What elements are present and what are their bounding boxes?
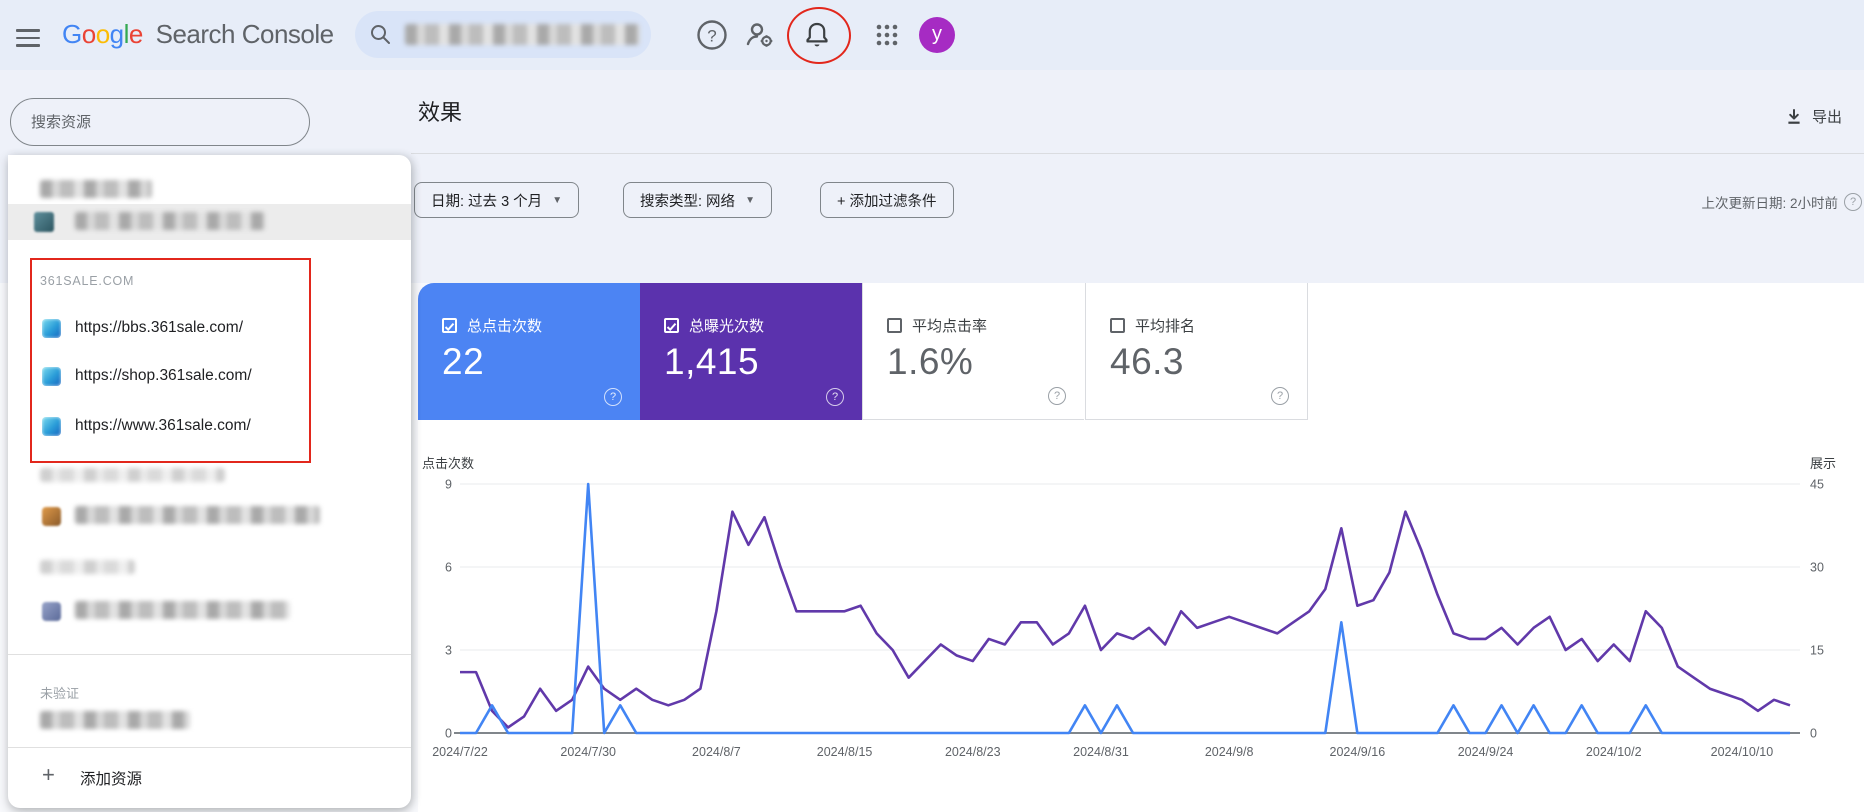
site-favicon xyxy=(42,602,61,621)
impressions-line[interactable] xyxy=(460,510,1791,729)
right-axis-title: 展示 xyxy=(1810,456,1836,471)
chevron-down-icon: ▼ xyxy=(745,194,755,206)
red-annotation-circle xyxy=(787,7,851,64)
last-updated-text: 上次更新日期: 2小时前 xyxy=(1701,196,1838,211)
filter-date-label: 日期: 过去 3 个月 xyxy=(431,193,543,210)
search-query-redacted xyxy=(405,24,640,45)
filter-search-type-label: 搜索类型: 网络 xyxy=(640,193,736,210)
export-button[interactable]: 导出 xyxy=(1785,106,1842,127)
property-item-redacted[interactable] xyxy=(8,500,411,534)
metric-label: 总点击次数 xyxy=(467,318,543,335)
help-circle-icon[interactable]: ? xyxy=(1048,387,1066,405)
metric-value: 1.6% xyxy=(887,341,974,382)
right-axis-tick: 15 xyxy=(1810,644,1824,658)
site-favicon xyxy=(42,507,61,526)
metric-value: 46.3 xyxy=(1110,341,1185,382)
property-item-redacted[interactable] xyxy=(8,595,411,629)
add-property-button[interactable]: + 添加资源 xyxy=(8,753,411,799)
performance-line-chart[interactable]: 点击次数 展示 0 0 3 15 6 30 9 45 2024/7/22 2024/7/30 2024/… xyxy=(418,440,1864,772)
right-axis-tick: 45 xyxy=(1810,478,1824,492)
help-circle-icon[interactable]: ? xyxy=(826,388,844,406)
add-filter-label: + 添加过滤条件 xyxy=(837,193,937,210)
last-updated-status: 上次更新日期: 2小时前 ? xyxy=(1701,192,1862,212)
google-logo: Google xyxy=(62,19,143,49)
google-apps-grid-icon[interactable] xyxy=(867,15,907,55)
property-dropdown-panel: 361SALE.COM https://bbs.361sale.com/ htt… xyxy=(8,155,411,808)
help-icon[interactable]: ? xyxy=(692,15,732,55)
x-axis-date-label: 2024/8/23 xyxy=(945,745,1001,759)
help-circle-icon[interactable]: ? xyxy=(1271,387,1289,405)
account-avatar[interactable]: y xyxy=(919,17,955,53)
checkbox-unchecked-icon[interactable] xyxy=(887,318,902,333)
divider xyxy=(8,747,411,748)
svg-text:?: ? xyxy=(707,27,716,46)
help-circle-icon[interactable]: ? xyxy=(1844,193,1862,211)
x-axis-date-label: 2024/8/31 xyxy=(1073,745,1129,759)
x-axis-date-label: 2024/9/24 xyxy=(1458,745,1514,759)
x-axis-date-label: 2024/9/8 xyxy=(1205,745,1254,759)
checkbox-unchecked-icon[interactable] xyxy=(1110,318,1125,333)
metric-card-total-impressions[interactable]: 总曝光次数 1,415 ? xyxy=(640,283,862,420)
x-axis-date-label: 2024/7/22 xyxy=(432,745,488,759)
filter-chip-search-type[interactable]: 搜索类型: 网络 ▼ xyxy=(623,182,772,218)
top-app-bar: Google Search Console ? y xyxy=(0,0,1864,70)
property-url-redacted xyxy=(75,506,320,524)
app-logo[interactable]: Google Search Console xyxy=(62,19,334,50)
clicks-line[interactable] xyxy=(460,482,1790,735)
app-title: Search Console xyxy=(155,19,335,49)
google-search-console-performance-page: { "topbar": { "logo_google": "Google", "… xyxy=(0,0,1864,812)
left-axis-tick: 6 xyxy=(445,561,452,575)
help-circle-icon[interactable]: ? xyxy=(604,388,622,406)
left-axis-tick: 0 xyxy=(445,727,452,741)
metric-card-total-clicks[interactable]: 总点击次数 22 ? xyxy=(418,283,640,420)
x-axis-date-label: 2024/9/16 xyxy=(1330,745,1386,759)
metric-label: 总曝光次数 xyxy=(689,318,765,335)
checkbox-checked-icon[interactable] xyxy=(664,318,679,333)
filter-chip-add-filter[interactable]: + 添加过滤条件 xyxy=(820,182,954,218)
x-axis-date-label: 2024/8/15 xyxy=(817,745,873,759)
x-axis-date-label: 2024/10/10 xyxy=(1711,745,1774,759)
left-axis-tick: 9 xyxy=(445,478,452,492)
right-axis-tick: 30 xyxy=(1810,561,1824,575)
add-property-label: 添加资源 xyxy=(80,771,143,788)
x-axis-date-label: 2024/7/30 xyxy=(560,745,616,759)
property-url-redacted xyxy=(75,601,290,619)
unverified-property-redacted[interactable] xyxy=(40,711,190,729)
x-axis-date-label: 2024/10/2 xyxy=(1586,745,1642,759)
left-axis-tick: 3 xyxy=(445,644,452,658)
global-search-box[interactable] xyxy=(355,11,651,58)
page-title: 效果 xyxy=(418,100,463,125)
filter-chip-date[interactable]: 日期: 过去 3 个月 ▼ xyxy=(414,182,580,218)
header-divider xyxy=(411,153,1864,154)
property-item-redacted[interactable] xyxy=(40,180,152,198)
property-group-header-redacted xyxy=(40,560,135,574)
x-axis-date-label: 2024/8/7 xyxy=(692,745,741,759)
search-icon xyxy=(371,25,390,44)
download-icon xyxy=(1788,108,1800,124)
site-favicon xyxy=(34,212,54,232)
checkbox-checked-icon[interactable] xyxy=(442,318,457,333)
user-settings-icon[interactable] xyxy=(740,15,780,55)
right-axis-tick: 0 xyxy=(1810,727,1817,741)
metric-value: 22 xyxy=(442,341,485,382)
unverified-section-header: 未验证 xyxy=(40,686,80,701)
metric-card-average-position[interactable]: 平均排名 46.3 ? xyxy=(1085,283,1308,420)
property-item-selected[interactable] xyxy=(8,204,411,240)
plus-icon: + xyxy=(42,762,55,787)
property-url-redacted xyxy=(75,212,265,230)
left-axis-title: 点击次数 xyxy=(422,456,474,471)
property-search-input[interactable] xyxy=(10,98,310,146)
property-group-header-redacted xyxy=(40,468,225,482)
metric-value: 1,415 xyxy=(664,341,760,382)
export-label: 导出 xyxy=(1812,109,1843,126)
chevron-down-icon: ▼ xyxy=(552,194,563,206)
divider xyxy=(8,654,411,655)
metric-label: 平均排名 xyxy=(1135,318,1196,335)
hamburger-menu-icon[interactable] xyxy=(16,24,40,47)
red-annotation-box xyxy=(30,258,311,463)
metric-card-average-ctr[interactable]: 平均点击率 1.6% ? xyxy=(862,283,1084,420)
metric-label: 平均点击率 xyxy=(912,318,988,335)
